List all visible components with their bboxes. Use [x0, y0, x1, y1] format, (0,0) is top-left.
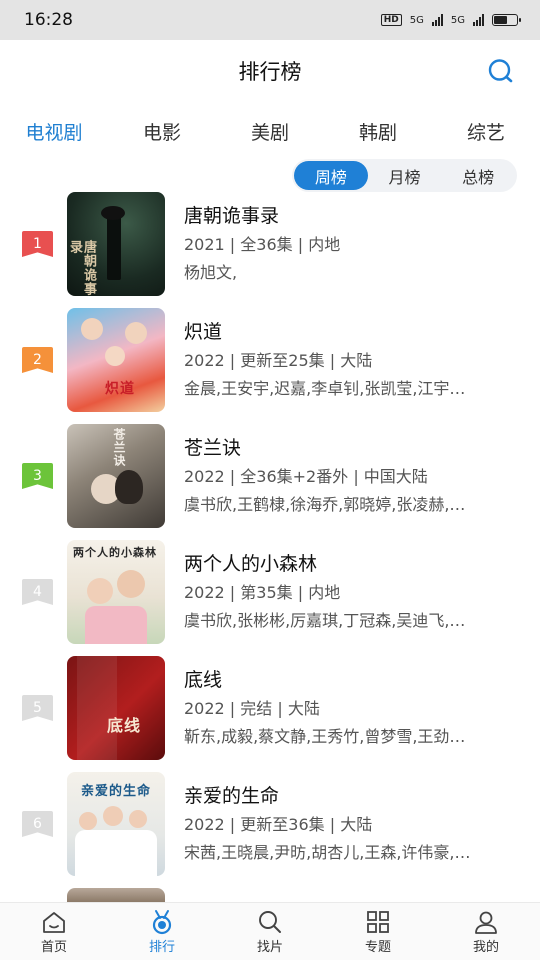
item-cast: 虞书欣,张彬彬,厉嘉琪,丁冠森,吴迪飞,…: [184, 611, 466, 630]
medal-icon: [152, 909, 172, 934]
poster-title: 底线: [107, 716, 142, 735]
home-icon: [43, 911, 65, 933]
item-title[interactable]: 炽道: [184, 320, 522, 344]
item-info: 苍兰诀 2022 | 全36集+2番外 | 中国大陆 虞书欣,王鹤棣,徐海乔,郭…: [184, 423, 522, 515]
network-label-2: 5G: [450, 14, 465, 26]
poster-title: 唐朝诡事录: [67, 240, 96, 296]
poster-image[interactable]: 亲爱的生命: [67, 772, 165, 876]
nav-label: 排行: [148, 939, 175, 955]
network-label-1: 5G: [409, 14, 424, 26]
item-meta: 2021 | 全36集 | 内地: [184, 235, 341, 254]
poster-image[interactable]: 底线: [67, 656, 165, 760]
list-item[interactable]: 1 唐朝诡事录 唐朝诡事录 2021 | 全36集 | 内地 杨旭文,: [0, 191, 540, 307]
poster-title: 亲爱的生命: [81, 784, 152, 799]
poster-image[interactable]: 唐朝诡事录: [67, 192, 165, 296]
battery-icon: [492, 14, 521, 26]
header: 排行榜: [0, 40, 540, 102]
item-cast: 杨旭文,: [184, 263, 238, 282]
bottom-nav: 首页 排行 找片 专题 我的: [0, 902, 540, 960]
item-meta: 2022 | 全36集+2番外 | 中国大陆: [184, 467, 428, 486]
tab-korean-series[interactable]: 韩剧: [324, 118, 432, 145]
item-cast: 宋茜,王晓晨,尹昉,胡杏儿,王森,许伟豪,…: [184, 843, 471, 862]
nav-discover[interactable]: 找片: [216, 903, 324, 960]
item-info: 两个人的小森林 2022 | 第35集 | 内地 虞书欣,张彬彬,厉嘉琪,丁冠森…: [184, 539, 522, 631]
item-title[interactable]: 两个人的小森林: [184, 552, 522, 576]
list-item[interactable]: 4 两个人的小森林 两个人的小森林 2022 | 第35集 | 内地 虞书欣,张…: [0, 539, 540, 655]
status-icons: HD 5G 5G: [380, 14, 521, 26]
period-weekly-button[interactable]: 周榜: [294, 161, 368, 190]
period-monthly-button[interactable]: 月榜: [368, 161, 442, 190]
poster-title: 两个人的小森林: [73, 546, 157, 559]
item-info: 唐朝诡事录 2021 | 全36集 | 内地 杨旭文,: [184, 191, 522, 283]
item-cast: 虞书欣,王鹤棣,徐海乔,郭晓婷,张凌赫,…: [184, 495, 466, 514]
nav-label: 专题: [364, 939, 391, 955]
item-title[interactable]: 唐朝诡事录: [184, 204, 522, 228]
tab-tv-series[interactable]: 电视剧: [0, 118, 108, 145]
signal-icon: [473, 14, 484, 26]
list-item[interactable]: 3 苍兰诀 苍兰诀 2022 | 全36集+2番外 | 中国大陆 虞书欣,王鹤棣…: [0, 423, 540, 539]
item-title[interactable]: 苍兰诀: [184, 436, 522, 460]
poster-title: 炽道: [105, 381, 135, 397]
item-meta: 2022 | 第35集 | 内地: [184, 583, 341, 602]
period-selector: 周榜 月榜 总榜: [292, 159, 517, 192]
signal-icon: [431, 14, 443, 26]
tab-variety[interactable]: 综艺: [432, 118, 540, 145]
nav-profile[interactable]: 我的: [432, 903, 540, 960]
poster-image[interactable]: 两个人的小森林: [67, 540, 165, 644]
item-title[interactable]: 亲爱的生命: [184, 784, 522, 808]
poster-image: [67, 888, 165, 902]
tab-us-series[interactable]: 美剧: [216, 118, 324, 145]
list-item[interactable]: 6 亲爱的生命 亲爱的生命 2022 | 更新至36集 | 大陆 宋茜,王晓晨,…: [0, 771, 540, 887]
tab-movies[interactable]: 电影: [108, 118, 216, 145]
poster-title: 苍兰诀: [112, 428, 126, 467]
nav-label: 找片: [256, 939, 283, 955]
ranking-list: 1 唐朝诡事录 唐朝诡事录 2021 | 全36集 | 内地 杨旭文, 2 炽道…: [0, 191, 540, 887]
user-icon: [475, 911, 497, 934]
list-item[interactable]: 5 底线 底线 2022 | 完结 | 大陆 靳东,成毅,蔡文静,王秀竹,曾梦雪…: [0, 655, 540, 771]
grid-icon: [367, 910, 389, 933]
item-meta: 2022 | 更新至25集 | 大陆: [184, 351, 373, 370]
item-info: 亲爱的生命 2022 | 更新至36集 | 大陆 宋茜,王晓晨,尹昉,胡杏儿,王…: [184, 771, 522, 863]
poster-image[interactable]: 炽道: [67, 308, 165, 412]
item-cast: 靳东,成毅,蔡文静,王秀竹,曾梦雪,王劲…: [184, 727, 466, 746]
item-meta: 2022 | 更新至36集 | 大陆: [184, 815, 373, 834]
rank-badge: 2: [22, 347, 53, 373]
rank-badge: 6: [22, 811, 53, 837]
rank-badge: 3: [22, 463, 53, 489]
poster-image[interactable]: 苍兰诀: [67, 424, 165, 528]
nav-label: 首页: [40, 939, 67, 955]
page-title: 排行榜: [238, 60, 302, 84]
period-total-button[interactable]: 总榜: [441, 161, 515, 190]
item-cast: 金晨,王安宇,迟嘉,李卓钊,张凯莹,江宇…: [184, 379, 466, 398]
search-icon: [259, 910, 281, 933]
rank-badge: 5: [22, 695, 53, 721]
list-item[interactable]: 2 炽道 炽道 2022 | 更新至25集 | 大陆 金晨,王安宇,迟嘉,李卓钊…: [0, 307, 540, 423]
item-title[interactable]: 底线: [184, 668, 522, 692]
hd-indicator: HD: [380, 14, 402, 26]
item-info: 底线 2022 | 完结 | 大陆 靳东,成毅,蔡文静,王秀竹,曾梦雪,王劲…: [184, 655, 522, 747]
status-bar: 16:28 HD 5G 5G: [0, 0, 540, 40]
nav-home[interactable]: 首页: [0, 903, 108, 960]
item-info: 炽道 2022 | 更新至25集 | 大陆 金晨,王安宇,迟嘉,李卓钊,张凯莹,…: [184, 307, 522, 399]
search-icon[interactable]: [486, 56, 516, 86]
rank-badge: 1: [22, 231, 53, 257]
rank-badge: 4: [22, 579, 53, 605]
nav-topics[interactable]: 专题: [324, 903, 432, 960]
item-meta: 2022 | 完结 | 大陆: [184, 699, 320, 718]
nav-label: 我的: [472, 939, 499, 955]
nav-ranking[interactable]: 排行: [108, 903, 216, 960]
category-tabs: 电视剧 电影 美剧 韩剧 综艺: [0, 108, 540, 154]
status-time: 16:28: [24, 10, 73, 30]
